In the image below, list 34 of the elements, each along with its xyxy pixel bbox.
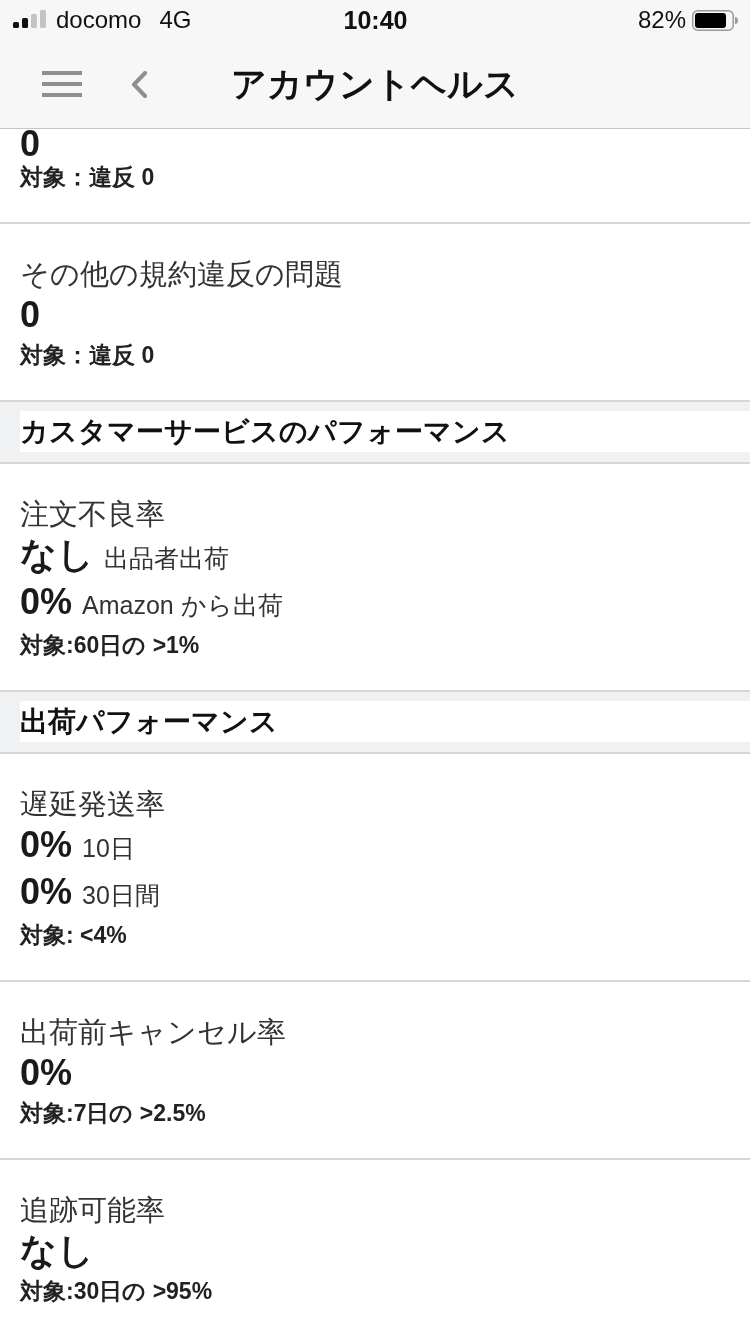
metric-value: 0 xyxy=(20,293,41,337)
section-title: カスタマーサービスのパフォーマンス xyxy=(20,411,750,452)
signal-icon xyxy=(13,10,47,28)
menu-icon[interactable] xyxy=(42,71,82,97)
metric-title: 出荷前キャンセル率 xyxy=(20,1015,287,1050)
metric-value: なし xyxy=(20,1229,94,1273)
metric-title: 遅延発送率 xyxy=(20,787,166,822)
metric-note: 10日 xyxy=(82,833,135,864)
battery-icon xyxy=(692,9,738,31)
metric-value: 0% xyxy=(20,1051,73,1095)
metric-note: 出品者出荷 xyxy=(104,543,229,574)
carrier-name: docomo xyxy=(56,5,142,35)
metric-note: 30日間 xyxy=(82,880,160,911)
metric-value: 0 xyxy=(20,129,41,159)
metric-title: 追跡可能率 xyxy=(20,1193,166,1228)
page-title: アカウントヘルス xyxy=(231,63,519,105)
metric-title: 注文不良率 xyxy=(20,497,166,532)
metric-target: 対象: <4% xyxy=(20,921,128,950)
chevron-left-icon[interactable] xyxy=(130,70,148,98)
metric-target: 対象：違反 0 xyxy=(20,341,156,370)
metric-target: 対象:60日の >1% xyxy=(20,631,201,660)
metric-title: その他の規約違反の問題 xyxy=(20,257,344,292)
network-type: 4G xyxy=(159,5,192,35)
metric-value: なし xyxy=(20,533,94,577)
status-time: 10:40 xyxy=(343,5,408,35)
metric-value: 0% xyxy=(20,580,73,624)
metric-target: 対象：違反 0 xyxy=(20,163,156,192)
metric-target: 対象:7日の >2.5% xyxy=(20,1099,207,1128)
metric-value: 0% xyxy=(20,870,73,914)
section-title: 出荷パフォーマンス xyxy=(20,701,750,742)
battery-percent: 82% xyxy=(637,5,686,35)
metric-value: 0% xyxy=(20,823,73,867)
metric-note: Amazon から出荷 xyxy=(82,590,283,621)
metric-target: 対象:30日の >95% xyxy=(20,1277,214,1306)
